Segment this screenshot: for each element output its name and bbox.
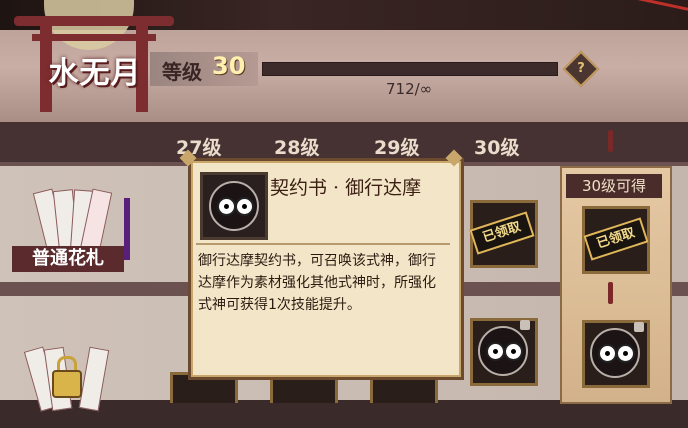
- daruma-eye: [235, 197, 254, 216]
- daruma-eye: [217, 197, 236, 216]
- plaque-peg: [608, 130, 613, 152]
- torii-gate-icon: [14, 16, 174, 26]
- daruma-eye: [486, 342, 505, 361]
- level-col-28: 28级: [274, 137, 320, 159]
- level-value: 30: [212, 52, 246, 80]
- daruma-icon: [209, 181, 259, 231]
- tooltip-description: 御行达摩契约书，可召唤该式神，御行达摩作为素材强化其他式神时，所强化式神可获得1…: [198, 253, 436, 313]
- help-glyph: ?: [577, 61, 585, 76]
- daruma-icon: [478, 326, 528, 376]
- small-lock-icon: [520, 320, 530, 330]
- daruma-icon: [590, 328, 640, 378]
- small-lock-icon: [634, 322, 644, 332]
- level-col-29: 29级: [374, 137, 420, 159]
- player-name: 水无月: [48, 56, 142, 91]
- daruma-eye: [504, 342, 523, 361]
- card: [78, 346, 110, 412]
- lock-icon: [52, 370, 82, 398]
- daruma-eye: [616, 344, 635, 363]
- tooltip-divider: [196, 243, 450, 245]
- category-label-normal: 普通花札: [12, 246, 124, 272]
- level-col-30: 30级: [474, 137, 520, 159]
- xp-text: 712/∞: [386, 80, 433, 98]
- tooltip-title: 契约书 · 御行达摩: [270, 177, 422, 199]
- plaque-peg: [608, 282, 613, 304]
- tooltip-item-icon: [200, 172, 268, 240]
- plaque-label: 30级可得: [566, 174, 662, 198]
- level-header-row: [0, 122, 688, 162]
- xp-progress-bar: [262, 62, 558, 76]
- daruma-eye: [598, 344, 617, 363]
- level-label: 等级: [162, 60, 202, 84]
- purple-divider: [124, 198, 130, 260]
